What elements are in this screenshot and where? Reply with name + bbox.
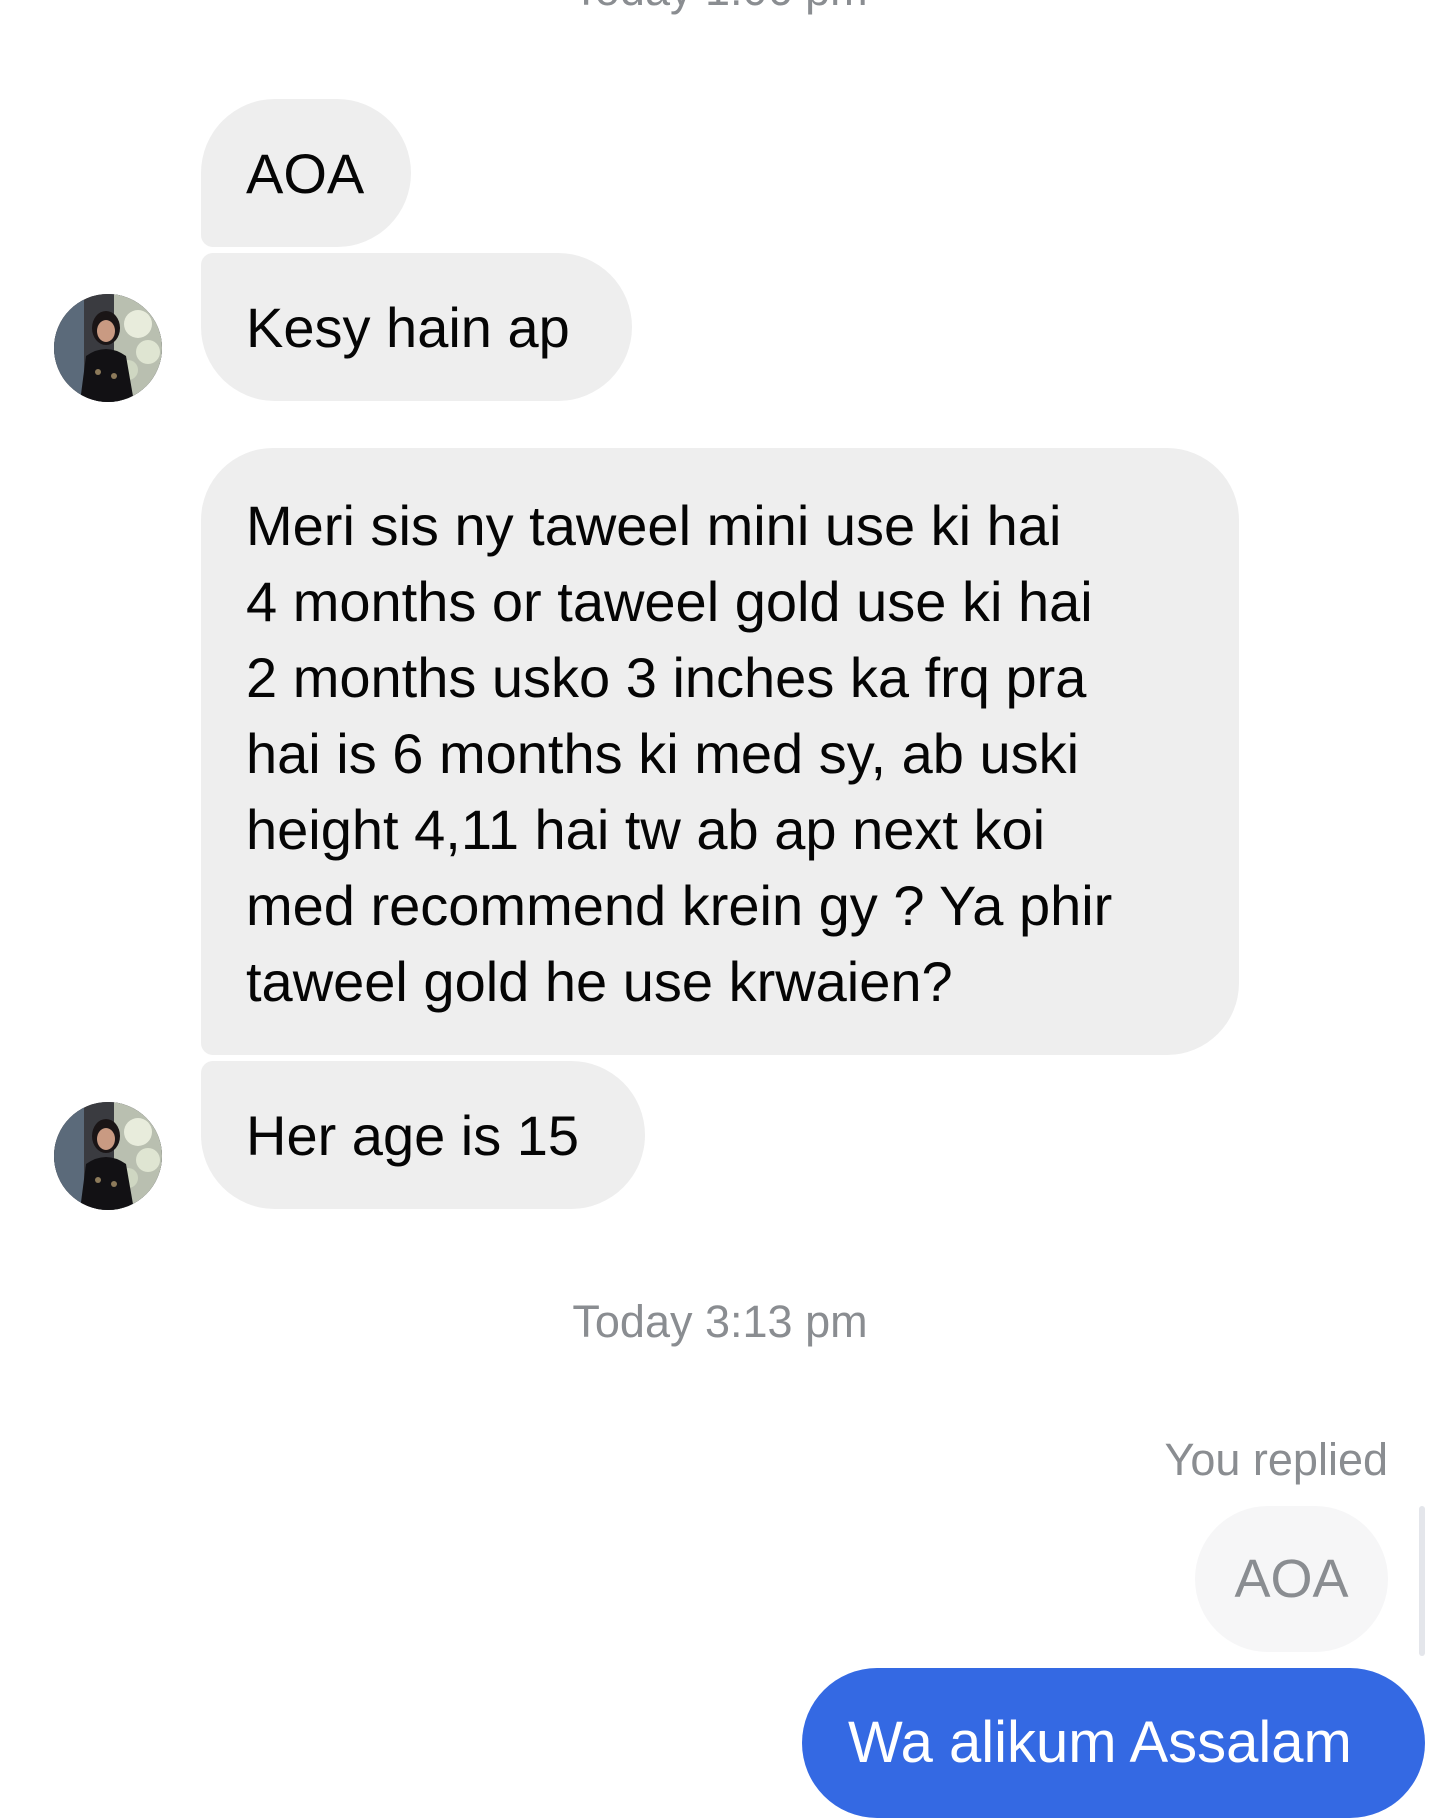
timestamp-top: Today 1:06 pm — [0, 0, 1440, 16]
message-line: 4 months or taweel gold use ki hai — [246, 570, 1093, 633]
contact-avatar[interactable] — [54, 1102, 162, 1210]
incoming-message-long[interactable]: Meri sis ny taweel mini use ki hai 4 mon… — [201, 448, 1239, 1055]
reply-label: You replied — [1164, 1434, 1388, 1485]
message-line: 2 months usko 3 inches ka frq pra — [246, 646, 1087, 709]
message-line: taweel gold he use krwaien? — [246, 950, 953, 1013]
timestamp-mid: Today 3:13 pm — [572, 1296, 868, 1347]
incoming-message-kesy-hain-ap[interactable]: Kesy hain ap — [201, 253, 632, 401]
message-line: hai is 6 months ki med sy, ab uski — [246, 722, 1080, 785]
message-line: Meri sis ny taweel mini use ki hai — [246, 494, 1062, 557]
incoming-message-aoa[interactable]: AOA — [201, 99, 411, 247]
avatar-photo-icon — [54, 294, 162, 402]
message-line: med recommend krein gy ? Ya phir — [246, 874, 1113, 937]
reply-quote-bar — [1419, 1506, 1425, 1656]
avatar-photo-icon — [54, 1102, 162, 1210]
message-line: height 4,11 hai tw ab ap next koi — [246, 798, 1046, 861]
incoming-message-her-age[interactable]: Her age is 15 — [201, 1061, 645, 1209]
contact-avatar[interactable] — [54, 294, 162, 402]
quoted-message[interactable]: AOA — [1195, 1506, 1388, 1652]
outgoing-message[interactable]: Wa alikum Assalam — [802, 1668, 1425, 1818]
